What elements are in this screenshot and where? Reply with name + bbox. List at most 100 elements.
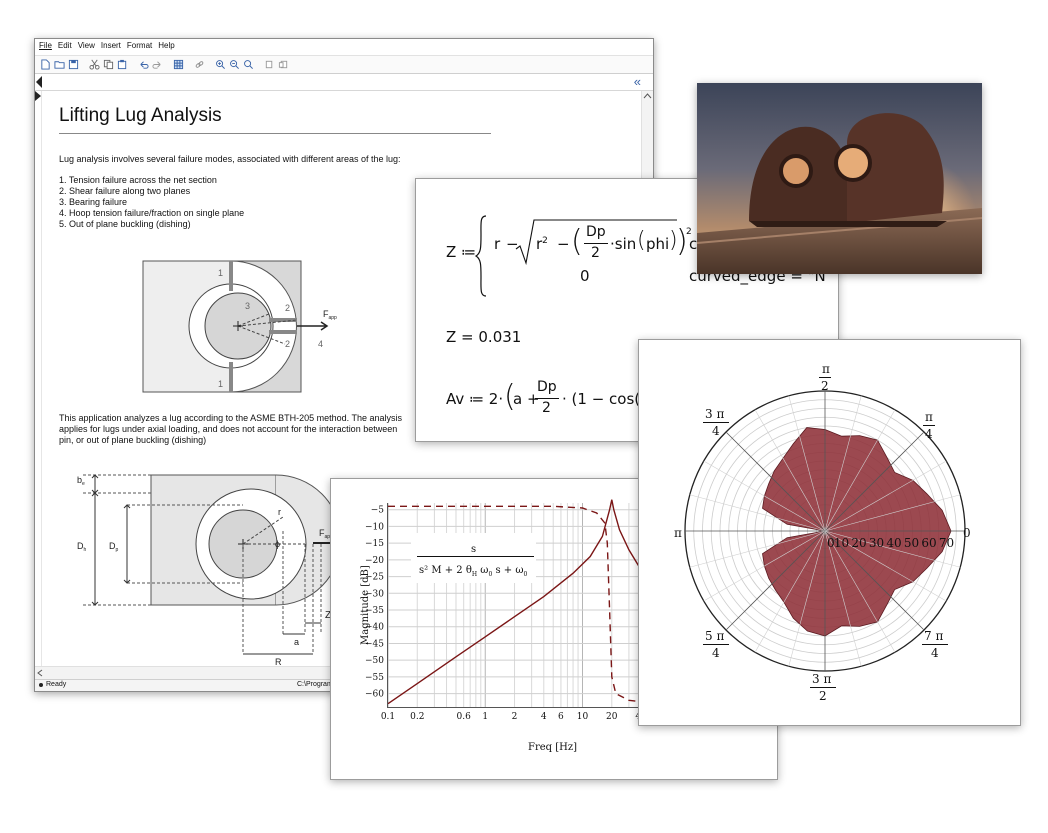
polar-r-label: 60 xyxy=(921,536,936,550)
label-pi-over-2-num: π xyxy=(822,362,830,376)
bode-ytick-label: −10 xyxy=(365,522,384,532)
title-underline xyxy=(59,133,491,134)
polar-r-label: 10 xyxy=(834,536,849,550)
paren-open: ( xyxy=(571,224,583,259)
toolbar xyxy=(35,55,653,74)
menu-view[interactable]: View xyxy=(78,41,95,55)
polar-r-label: 40 xyxy=(886,536,901,550)
tf-fraction-bar xyxy=(417,556,534,557)
sqrt-minus: − xyxy=(557,235,570,253)
av-rest: · (1 − cos(ϕ xyxy=(562,390,651,408)
table-icon[interactable] xyxy=(172,59,184,71)
label-7pi-over-4-num: 7 π xyxy=(924,629,943,643)
z-result: Z = 0.031 xyxy=(446,328,522,346)
bode-xtick-label: 0.1 xyxy=(381,712,395,722)
piecewise-zero: 0 xyxy=(580,267,590,285)
bode-xtick-label: 6 xyxy=(558,712,564,722)
bode-ytick-label: −15 xyxy=(365,539,384,549)
label-3pi-over-4-num: 3 π xyxy=(705,407,724,421)
paste-icon[interactable] xyxy=(116,59,128,71)
label-4: 4 xyxy=(318,339,323,349)
label-2-bottom: 2 xyxy=(285,339,290,349)
label-1-bottom: 1 xyxy=(218,379,223,389)
bode-ytick-label: −20 xyxy=(365,556,384,566)
bode-xtick-label: 4 xyxy=(541,712,547,722)
piecewise-r: r xyxy=(494,235,501,253)
open-folder-icon[interactable] xyxy=(53,59,65,71)
document-gutter xyxy=(35,91,42,679)
label-3: 3 xyxy=(245,301,250,311)
menu-format[interactable]: Format xyxy=(127,41,152,55)
label-pi-over-4-num: π xyxy=(925,410,933,424)
failure-mode-2: 2. Shear failure along two planes xyxy=(59,186,191,196)
section-arrow-icon xyxy=(36,76,42,88)
frac-dp-den: 2 xyxy=(591,245,600,261)
method-line-1: This application analyzes a lug accordin… xyxy=(59,413,403,423)
av-dp-den: 2 xyxy=(542,400,551,416)
copy-icon[interactable] xyxy=(102,59,114,71)
link-icon[interactable] xyxy=(193,59,205,71)
label-pi-over-2-den: 2 xyxy=(821,379,829,393)
frac-dp-num: Dp xyxy=(586,224,606,240)
status-path: C:\Program xyxy=(297,681,333,688)
label-zero: 0 xyxy=(963,526,971,540)
phi-name: phi xyxy=(646,235,670,253)
av-dp-num: Dp xyxy=(537,379,557,395)
intro-paragraph: Lug analysis involves several failure mo… xyxy=(59,154,401,164)
bode-xlabel: Freq [Hz] xyxy=(528,742,577,753)
menu-insert[interactable]: Insert xyxy=(101,41,121,55)
zoom-out-icon[interactable] xyxy=(228,59,240,71)
zoom-in-icon[interactable] xyxy=(214,59,226,71)
bode-ytick-label: −55 xyxy=(365,673,384,683)
label-2-top: 2 xyxy=(285,303,290,313)
page-icon[interactable] xyxy=(263,59,275,71)
av-dp-bar xyxy=(535,398,559,399)
expand-arrow-icon[interactable] xyxy=(35,91,41,101)
label-pi-over-4-den: 4 xyxy=(925,427,933,441)
scroll-left-icon[interactable] xyxy=(37,669,43,677)
secondary-bar: « xyxy=(35,74,653,91)
new-document-icon[interactable] xyxy=(39,59,51,71)
sqrt-r2: r2 xyxy=(536,235,548,253)
lug-failure-diagram: 1 1 2 2 3 4 Fapp xyxy=(142,260,337,393)
label-5pi-over-4-num: 5 π xyxy=(705,629,724,643)
z-definition-lhs: Z ≔ xyxy=(446,243,477,261)
method-line-2: applies for lugs under axial loading, an… xyxy=(59,424,398,434)
status-dot-icon xyxy=(39,683,43,687)
label-3pi-over-2-num: 3 π xyxy=(812,672,831,686)
method-line-3: pin, or out of plane buckling (dishing) xyxy=(59,435,207,445)
tf-numerator: s xyxy=(471,544,476,555)
menu-help[interactable]: Help xyxy=(158,41,174,55)
dim-dp: Dp xyxy=(109,541,119,553)
redo-icon[interactable] xyxy=(151,59,163,71)
collapse-panel-button[interactable]: « xyxy=(634,74,641,89)
av-a: a + xyxy=(513,390,540,408)
document-title: Lifting Lug Analysis xyxy=(59,105,222,126)
dim-phi: ϕ xyxy=(275,539,280,549)
menu-edit[interactable]: Edit xyxy=(58,41,72,55)
scroll-up-icon[interactable] xyxy=(643,93,652,99)
page2-icon[interactable] xyxy=(277,59,289,71)
dim-dh: Dh xyxy=(77,541,87,553)
cut-icon[interactable] xyxy=(88,59,100,71)
bode-xtick-label: 0.6 xyxy=(457,712,472,722)
lifting-lug-photo xyxy=(697,83,982,274)
undo-icon[interactable] xyxy=(137,59,149,71)
label-1-top: 1 xyxy=(218,268,223,278)
polar-plot-panel: 0 10 20 30 40 50 60 70 π 2 π 4 3 π 4 π 0 5 π 4 … xyxy=(638,339,1021,726)
zoom-icon[interactable] xyxy=(242,59,254,71)
dim-a: a xyxy=(294,637,299,647)
bode-xtick-label: 10 xyxy=(577,712,589,722)
polar-r-label: 20 xyxy=(851,536,866,550)
polar-r-label: 70 xyxy=(939,536,954,550)
menu-file[interactable]: File xyxy=(39,41,52,55)
label-3pi-over-4-den: 4 xyxy=(712,424,720,438)
label-pi: π xyxy=(674,526,682,540)
save-icon[interactable] xyxy=(67,59,79,71)
bode-xtick-label: 0.2 xyxy=(410,712,424,722)
polar-r-label: 30 xyxy=(869,536,884,550)
label-5pi-over-4-den: 4 xyxy=(712,646,720,660)
av-lhs: Av ≔ 2· xyxy=(446,390,504,408)
bode-ytick-label: −50 xyxy=(365,656,384,666)
piecewise-condition: c xyxy=(689,235,698,253)
